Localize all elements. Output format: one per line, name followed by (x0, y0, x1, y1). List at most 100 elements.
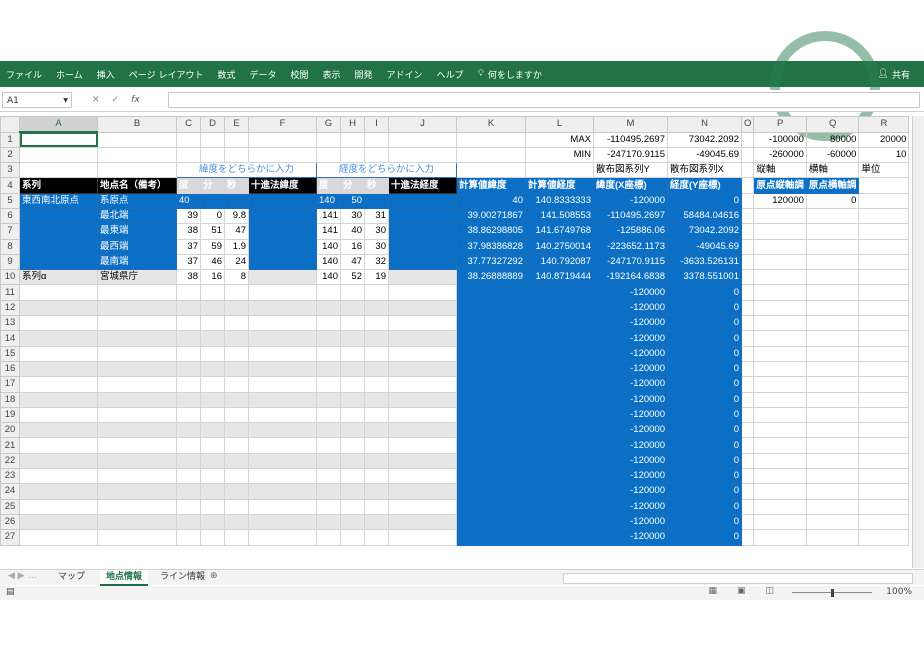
data-cell-n[interactable]: 73042.2092 (667, 223, 742, 240)
cell-g[interactable] (316, 330, 341, 347)
cell-q[interactable] (805, 391, 860, 408)
data-cell-p[interactable] (753, 269, 807, 286)
cell-j[interactable] (388, 483, 457, 500)
data-cell-n[interactable]: 58484.04616 (667, 207, 742, 225)
cell-e[interactable] (224, 345, 249, 362)
cell-r[interactable] (858, 437, 910, 454)
cell-h[interactable] (340, 406, 365, 424)
row-header[interactable]: 7 (0, 223, 20, 240)
data-cell-o[interactable] (740, 207, 755, 225)
cell-f[interactable] (248, 452, 317, 470)
row-header[interactable]: 15 (0, 345, 20, 362)
cell-p[interactable] (753, 529, 807, 546)
data-cell-f[interactable] (248, 223, 317, 240)
column-header-g[interactable]: G (316, 116, 341, 133)
cell-o[interactable] (740, 360, 755, 378)
zoom-slider-knob[interactable] (831, 589, 834, 597)
cell-p[interactable] (753, 498, 807, 515)
cell-p[interactable] (753, 452, 807, 470)
sheet-tab[interactable]: ライン情報 (154, 570, 211, 584)
normal-view-icon[interactable]: ▦ (708, 586, 717, 596)
cell-l[interactable] (525, 529, 594, 546)
cell-d2[interactable] (200, 146, 225, 164)
cell-o[interactable] (740, 391, 755, 408)
cell-k[interactable] (456, 406, 526, 424)
data-cell-h[interactable]: 47 (340, 253, 365, 271)
cell-e[interactable] (224, 330, 249, 347)
cell-g[interactable] (316, 529, 341, 546)
cell-g[interactable] (316, 391, 341, 408)
cell-k[interactable] (456, 422, 526, 439)
cell-o1[interactable] (740, 131, 755, 148)
cell-n[interactable]: 0 (667, 406, 742, 424)
cell-h[interactable] (340, 513, 365, 531)
cell-e[interactable] (224, 360, 249, 378)
row-header[interactable]: 8 (0, 238, 20, 255)
cell-h[interactable] (340, 483, 365, 500)
row-header[interactable]: 16 (0, 360, 20, 378)
data-cell-j[interactable] (388, 207, 457, 225)
cell-e[interactable] (224, 437, 249, 454)
cell-m[interactable]: -120000 (593, 360, 668, 378)
row-header[interactable]: 17 (0, 376, 20, 393)
cell-i[interactable] (364, 437, 389, 454)
cell-q[interactable] (805, 452, 860, 470)
table-header-j[interactable]: 十進法経度 (388, 177, 457, 194)
data-cell-e[interactable]: 9.8 (224, 207, 249, 225)
data-cell-q[interactable] (805, 253, 860, 271)
cell-r1[interactable]: 20000 (858, 131, 910, 148)
data-cell-n[interactable]: 3378.551001 (667, 269, 742, 286)
cell-q[interactable] (805, 315, 860, 332)
cell-b[interactable] (97, 468, 177, 485)
cell-l[interactable] (525, 299, 594, 317)
cell-l[interactable] (525, 376, 594, 393)
cell-o[interactable] (740, 513, 755, 531)
row-header[interactable]: 23 (0, 468, 20, 485)
cell-d[interactable] (200, 376, 225, 393)
cell-h2[interactable] (340, 146, 365, 164)
cell-q[interactable] (805, 360, 860, 378)
data-cell-d[interactable]: 59 (200, 238, 225, 255)
cell-a[interactable] (19, 360, 98, 378)
table-header-r[interactable] (858, 177, 910, 194)
cell-f[interactable] (248, 284, 317, 301)
cell-h[interactable] (340, 452, 365, 470)
data-cell-d[interactable]: 16 (200, 269, 225, 286)
data-cell-h[interactable]: 30 (340, 207, 365, 225)
macro-record-icon[interactable]: ▤ (6, 587, 15, 597)
cell-r[interactable] (858, 284, 910, 301)
cell-g[interactable] (316, 345, 341, 362)
cell-g[interactable] (316, 406, 341, 424)
cell-c[interactable] (176, 376, 201, 393)
cell-o3[interactable] (740, 162, 755, 179)
cell-c[interactable] (176, 391, 201, 408)
cell-j[interactable] (388, 468, 457, 485)
cell-j2[interactable] (388, 146, 457, 164)
row-header[interactable]: 9 (0, 253, 20, 271)
table-header-e[interactable]: 秒 (224, 177, 249, 194)
column-header-b[interactable]: B (97, 116, 177, 133)
cell-c[interactable] (176, 483, 201, 500)
ribbon-tab[interactable]: ファイル (6, 68, 42, 81)
cell-h[interactable] (340, 330, 365, 347)
cell-o[interactable] (740, 345, 755, 362)
cell-f[interactable] (248, 483, 317, 500)
formula-input[interactable] (168, 92, 920, 108)
cell-n[interactable]: 0 (667, 529, 742, 546)
data-cell-l[interactable]: 140.8333333 (525, 192, 594, 209)
data-cell-b[interactable]: 最北端 (97, 207, 177, 225)
cell-f[interactable] (248, 391, 317, 408)
cell-r[interactable] (858, 468, 910, 485)
cell-o[interactable] (740, 468, 755, 485)
column-header-m[interactable]: M (593, 116, 668, 133)
cell-e[interactable] (224, 376, 249, 393)
cell-p[interactable] (753, 437, 807, 454)
cell-d[interactable] (200, 406, 225, 424)
cell-b3[interactable] (97, 162, 177, 179)
cell-p[interactable] (753, 315, 807, 332)
data-cell-f[interactable] (248, 192, 317, 209)
select-all-corner[interactable] (0, 116, 20, 133)
data-cell-h[interactable]: 16 (340, 238, 365, 255)
data-cell-i[interactable]: 32 (364, 253, 389, 271)
cell-c[interactable] (176, 330, 201, 347)
